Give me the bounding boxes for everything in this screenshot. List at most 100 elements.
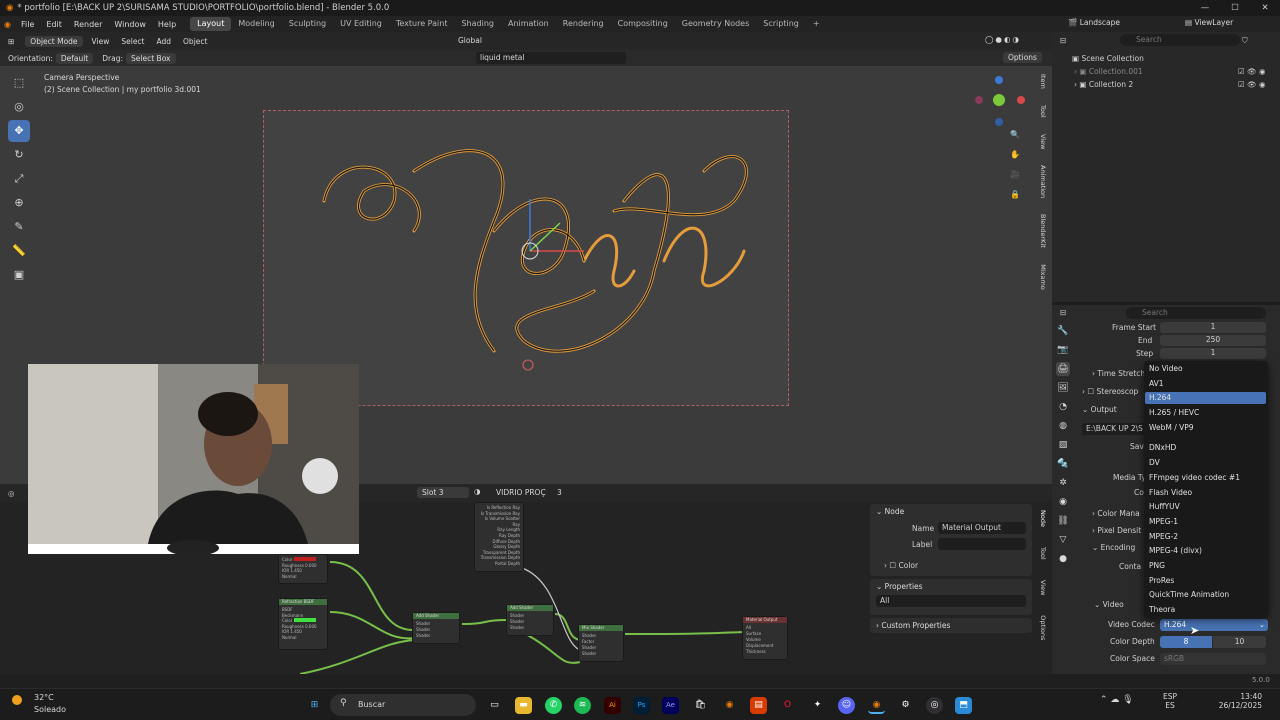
tab-node[interactable]: Node (1039, 510, 1047, 527)
codec-option-prores[interactable]: ProRes (1149, 576, 1174, 585)
step-field[interactable]: 1 (1160, 348, 1266, 359)
annotate-tool-icon[interactable]: ✎ (8, 216, 30, 238)
output-path-field[interactable]: E:\BACK UP 2\S (1082, 423, 1144, 435)
stereoscopy-toggle[interactable]: › ☐ Stereoscop (1082, 387, 1138, 396)
modifier-props-icon[interactable]: 🔩 (1056, 457, 1070, 471)
transform-tool-icon[interactable]: ⊕ (8, 192, 30, 214)
node-add-shader-1[interactable]: Add Shader Shader Shader Shader (412, 612, 460, 644)
tab-tool-node[interactable]: Tool (1039, 547, 1047, 560)
menu-select[interactable]: Select (115, 37, 150, 46)
tab-rendering[interactable]: Rendering (556, 17, 611, 31)
collection-001-row[interactable]: › ▣ Collection.001 (1074, 67, 1143, 76)
material-props-icon[interactable]: ● (1056, 552, 1070, 566)
menu-add[interactable]: Add (151, 37, 178, 46)
opera-icon[interactable]: O (779, 697, 796, 714)
tab-tool[interactable]: Tool (1039, 105, 1047, 118)
codec-option-huffyuv[interactable]: HuffYUV (1149, 502, 1180, 511)
portfolio-text-3d[interactable] (264, 111, 790, 407)
illustrator-icon[interactable]: Ai (604, 697, 621, 714)
cursor-tool-icon[interactable]: ◎ (8, 96, 30, 118)
view-layer-selector[interactable]: ▤ ViewLayer (1185, 18, 1265, 30)
outliner-search-input[interactable]: Search (1120, 34, 1240, 46)
orientation-select[interactable]: Default (55, 52, 94, 64)
visibility-checkbox-2[interactable]: ☑ 👁 ◉ (1238, 80, 1266, 89)
constraints-props-icon[interactable]: ⛓ (1056, 514, 1070, 528)
tab-layout[interactable]: Layout (190, 17, 232, 31)
name-field[interactable]: Material Output (938, 522, 1026, 534)
codec-option-ffmpeg[interactable]: FFmpeg video codec #1 (1149, 473, 1240, 482)
blender-active-icon[interactable]: ◉ (868, 697, 885, 714)
tool-props-icon[interactable]: 🔧 (1056, 324, 1070, 338)
tab-options-node[interactable]: Options (1039, 615, 1047, 640)
output-section[interactable]: ⌄ Output (1082, 405, 1117, 414)
blender-app-icon[interactable]: ◉ (721, 697, 738, 714)
scene-collection-row[interactable]: ▣ Scene Collection (1072, 54, 1144, 63)
codec-option-mpeg1[interactable]: MPEG-1 (1149, 517, 1178, 526)
properties-select[interactable]: All (876, 595, 1026, 607)
tab-geometry-nodes[interactable]: Geometry Nodes (675, 17, 756, 31)
maximize-button[interactable]: ☐ (1220, 0, 1250, 16)
mode-selector[interactable]: Object Mode (25, 35, 83, 47)
menu-help[interactable]: Help (152, 20, 182, 29)
codec-option-dv[interactable]: DV (1149, 458, 1160, 467)
menu-object[interactable]: Object (177, 37, 213, 46)
filter-search-input[interactable]: liquid metal (476, 52, 626, 64)
app-icon-3[interactable]: ⬒ (955, 697, 972, 714)
node-material-output[interactable]: Material Output All Surface Volume Displace… (742, 616, 788, 660)
camera-view-icon[interactable]: 🎥 (1010, 170, 1026, 190)
world-props-icon[interactable]: ◍ (1056, 419, 1070, 433)
color-depth-8-button[interactable]: 8 (1160, 636, 1212, 648)
data-props-icon[interactable]: ▽ (1056, 533, 1070, 547)
tab-animation-side[interactable]: Animation (1039, 165, 1047, 198)
menu-file[interactable]: File (15, 20, 40, 29)
encoding-section[interactable]: ⌄ Encoding (1092, 543, 1135, 552)
color-space-select[interactable]: sRGB (1160, 653, 1266, 665)
tab-texture-paint[interactable]: Texture Paint (389, 17, 455, 31)
node-mix-shader[interactable]: Mix Shader Shader Factor Shader Shader (578, 624, 624, 662)
photoshop-icon[interactable]: Ps (633, 697, 650, 714)
pan-hand-icon[interactable]: ✋ (1010, 150, 1026, 170)
props-search-input[interactable]: Search (1126, 307, 1266, 319)
drag-select[interactable]: Select Box (126, 52, 176, 64)
transform-orientation[interactable]: Global (458, 36, 482, 45)
codec-option-h265[interactable]: H.265 / HEVC (1149, 408, 1199, 417)
weather-widget[interactable]: 32°C Soleado (12, 693, 72, 717)
tab-scripting[interactable]: Scripting (756, 17, 806, 31)
discord-icon[interactable]: ☺ (838, 697, 855, 714)
file-explorer-icon[interactable]: ▬ (515, 697, 532, 714)
menu-render[interactable]: Render (68, 20, 108, 29)
shading-buttons[interactable]: ◯●◐◑ (985, 35, 1021, 44)
move-tool-icon[interactable]: ✥ (8, 120, 30, 142)
menu-edit[interactable]: Edit (40, 20, 68, 29)
output-props-icon[interactable]: 🖨 (1056, 362, 1070, 376)
after-effects-icon[interactable]: Ae (662, 697, 679, 714)
filter-icon[interactable]: ⛉ (1242, 36, 1248, 46)
label-field[interactable] (938, 538, 1026, 550)
codec-option-flash[interactable]: Flash Video (1149, 488, 1192, 497)
add-cube-tool-icon[interactable]: ▣ (8, 264, 30, 286)
color-depth-10-button[interactable]: 10 (1213, 636, 1266, 648)
tab-view-node[interactable]: View (1039, 580, 1047, 595)
codec-option-av1[interactable]: AV1 (1149, 379, 1164, 388)
tab-item[interactable]: Item (1039, 74, 1047, 89)
codec-option-quicktime[interactable]: QuickTime Animation (1149, 590, 1229, 599)
zoom-icon[interactable]: 🔍 (1010, 130, 1026, 150)
particles-props-icon[interactable]: ✲ (1056, 476, 1070, 490)
pixel-density-toggle[interactable]: › Pixel Densit (1092, 526, 1141, 535)
node-principled-partial[interactable]: Color Roughness 0.000 IOR 1.450 Normal (278, 554, 328, 584)
spotify-icon[interactable]: ≋ (574, 697, 591, 714)
time-stretch-toggle[interactable]: › Time Stretch (1092, 369, 1145, 378)
codec-option-h264[interactable]: H.264 (1145, 392, 1266, 404)
tab-mixamo[interactable]: Mixamo (1039, 264, 1047, 290)
node-light-path[interactable]: Is Reflection Ray Is Transmission Ray Is V… (474, 502, 524, 572)
rotate-tool-icon[interactable]: ↻ (8, 144, 30, 166)
navigation-gizmo[interactable] (975, 76, 1030, 131)
tab-sculpting[interactable]: Sculpting (282, 17, 333, 31)
props-editor-icon[interactable]: ⊟ (1060, 308, 1066, 317)
store-icon[interactable]: 🛍 (692, 697, 709, 714)
menu-window[interactable]: Window (108, 20, 152, 29)
color-toggle[interactable]: › ☐ Color (884, 561, 918, 570)
codec-option-theora[interactable]: Theora (1149, 605, 1175, 614)
tab-uv-editing[interactable]: UV Editing (333, 17, 389, 31)
tab-blenderkit[interactable]: BlenderKit (1039, 214, 1047, 248)
